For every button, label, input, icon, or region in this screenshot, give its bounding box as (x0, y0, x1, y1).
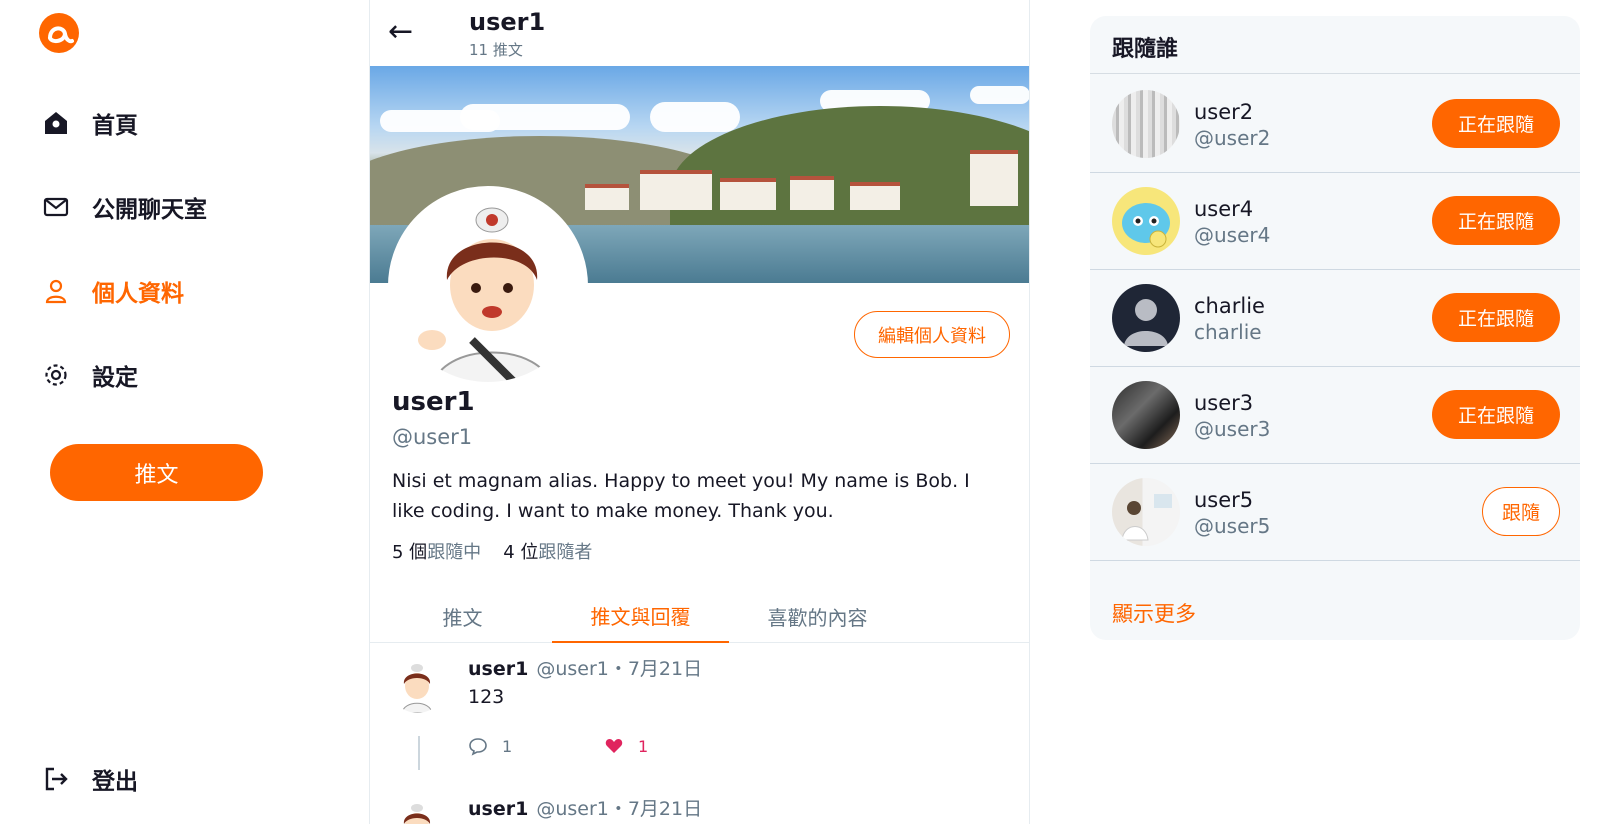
profile-tabs: 推文 推文與回覆 喜歡的內容 (370, 590, 1029, 643)
follow-user-name[interactable]: user4 (1194, 197, 1253, 221)
profile-bio: Nisi et magnam alias. Happy to meet you!… (392, 470, 970, 522)
main-column: ← user1 11 推文 編輯個人資料 user1 @user1 Nisi e… (370, 0, 1030, 824)
follow-user-handle: @user5 (1194, 514, 1271, 538)
nav-item-label: 個人資料 (92, 281, 184, 307)
follow-row: user5 @user5 跟隨 (1090, 462, 1580, 561)
profile-handle: @user1 (392, 425, 473, 449)
logout-label: 登出 (92, 769, 138, 795)
gear-icon (45, 364, 67, 386)
follow-user-handle: @user2 (1194, 126, 1271, 150)
tweet-header: user1 @user1・7月21日 (468, 794, 702, 821)
follow-row: user4 @user4 正在跟隨 (1090, 171, 1580, 270)
edit-profile-button[interactable]: 編輯個人資料 (854, 311, 1010, 358)
comment-icon (469, 738, 487, 756)
followers-stat[interactable]: 4 位跟隨者 (503, 538, 592, 564)
follow-user-handle: @user4 (1194, 223, 1271, 247)
panel-title: 跟隨誰 (1112, 37, 1179, 62)
tweet-count: 11 推文 (469, 41, 523, 59)
tab-tweets-and-replies[interactable]: 推文與回覆 (552, 590, 729, 643)
followers-count: 4 位 (503, 542, 539, 563)
thread-line (418, 736, 420, 770)
follow-user-name[interactable]: charlie (1194, 294, 1265, 318)
show-more-link[interactable]: 顯示更多 (1112, 598, 1196, 628)
following-button[interactable]: 正在跟隨 (1432, 99, 1560, 148)
who-to-follow-panel: 跟隨誰 user2 @user2 正在跟隨 user4 @user4 正在跟隨 … (1090, 16, 1580, 640)
mail-icon (43, 197, 69, 217)
sidebar-nav: 首頁 公開聊天室 個人資料 設定 推文 登出 (0, 0, 370, 824)
follow-row: charlie charlie 正在跟隨 (1090, 268, 1580, 367)
avatar[interactable] (1112, 90, 1180, 158)
tweet-item[interactable]: user1 @user1・7月21日 (370, 784, 1029, 824)
like-count: 1 (638, 736, 649, 756)
follow-user-name[interactable]: user3 (1194, 391, 1253, 415)
tweet-button[interactable]: 推文 (50, 444, 263, 501)
like-button[interactable]: 1 (604, 736, 648, 756)
avatar[interactable] (1112, 478, 1180, 546)
follow-row: user3 @user3 正在跟隨 (1090, 365, 1580, 464)
tweet-header: user1 @user1・7月21日 (468, 654, 702, 681)
follow-user-name[interactable]: user5 (1194, 488, 1253, 512)
following-button[interactable]: 正在跟隨 (1432, 390, 1560, 439)
following-count: 5 個 (392, 542, 428, 563)
following-button[interactable]: 正在跟隨 (1432, 196, 1560, 245)
follow-user-handle: charlie (1194, 320, 1262, 344)
avatar[interactable] (1112, 187, 1180, 255)
avatar[interactable] (1112, 284, 1180, 352)
tweet-meta: @user1・7月21日 (536, 798, 703, 820)
following-link[interactable]: 跟隨中 (427, 542, 481, 563)
follow-button[interactable]: 跟隨 (1482, 487, 1560, 536)
tweet-body: 123 (468, 686, 505, 708)
nav-item-label: 公開聊天室 (92, 197, 207, 223)
heart-icon (605, 739, 623, 753)
logout-icon (45, 767, 68, 791)
logout-button[interactable]: 登出 (42, 762, 138, 796)
nav-item-label: 首頁 (92, 113, 138, 139)
nav-item-home[interactable]: 首頁 (42, 106, 138, 140)
home-icon (45, 112, 67, 134)
tab-likes[interactable]: 喜歡的內容 (729, 590, 906, 643)
page-header: ← user1 11 推文 (370, 0, 1029, 66)
nav-item-settings[interactable]: 設定 (42, 358, 138, 392)
tweet-meta: @user1・7月21日 (536, 658, 703, 680)
nav-item-label: 設定 (92, 365, 138, 391)
avatar[interactable] (1112, 381, 1180, 449)
profile-avatar (388, 186, 588, 386)
user-icon (45, 279, 67, 304)
profile-stats: 5 個跟隨中 4 位跟隨者 (392, 538, 592, 564)
tweet-avatar[interactable] (390, 658, 445, 713)
reply-button[interactable]: 1 (468, 736, 512, 756)
following-button[interactable]: 正在跟隨 (1432, 293, 1560, 342)
follow-user-name[interactable]: user2 (1194, 100, 1253, 124)
tab-tweets[interactable]: 推文 (374, 590, 551, 643)
tweet-avatar[interactable] (390, 798, 445, 824)
tweet-author[interactable]: user1 (468, 658, 528, 680)
nav-item-profile[interactable]: 個人資料 (42, 274, 184, 308)
follow-row: user2 @user2 正在跟隨 (1090, 74, 1580, 173)
nav-item-public-chat[interactable]: 公開聊天室 (42, 190, 207, 224)
page-title: user1 (469, 8, 546, 36)
follow-user-handle: @user3 (1194, 417, 1271, 441)
followers-link[interactable]: 跟隨者 (538, 542, 592, 563)
logo-icon[interactable] (38, 12, 80, 54)
reply-count: 1 (502, 736, 513, 756)
following-stat[interactable]: 5 個跟隨中 (392, 538, 481, 564)
profile-name: user1 (392, 387, 475, 417)
tweet-item[interactable]: user1 @user1・7月21日 123 1 1 (370, 644, 1029, 784)
arrow-left-icon[interactable]: ← (388, 14, 413, 49)
tweet-author[interactable]: user1 (468, 798, 528, 820)
